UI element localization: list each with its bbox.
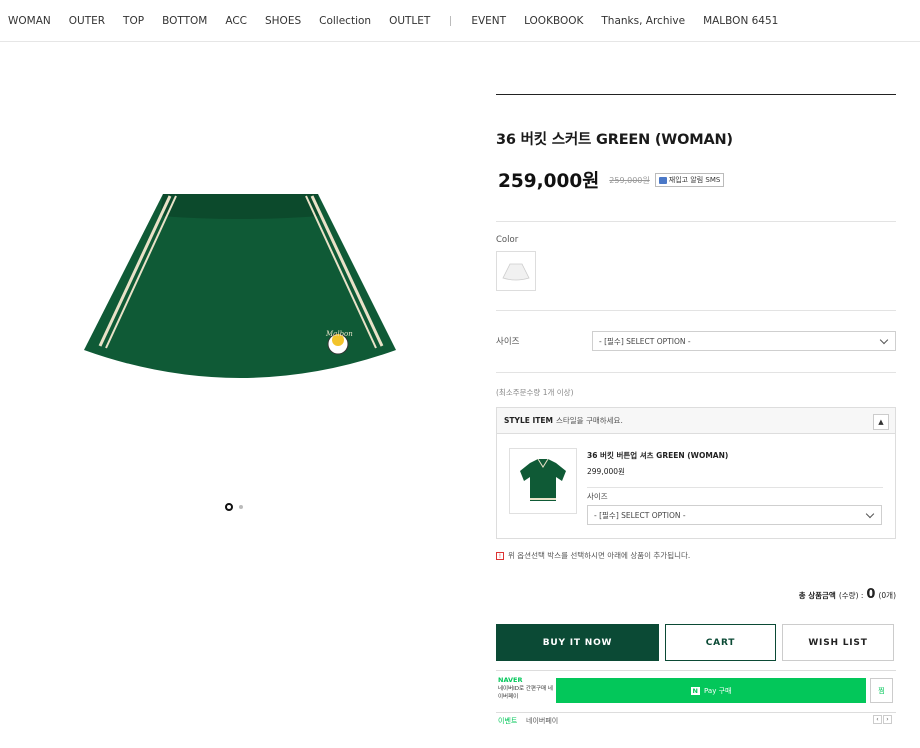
naver-pay-section: NAVER 네이버ID로 간편구매 네이버페이 N Pay 구매 찜 — [496, 670, 896, 706]
nav-event[interactable]: EVENT — [471, 15, 506, 27]
nav-archive[interactable]: Thanks, Archive — [601, 15, 685, 27]
product-price: 259,000원 — [498, 171, 600, 192]
min-quantity-note: (최소주문수량 1개 이상) — [496, 388, 574, 397]
white-skirt-thumb — [502, 263, 530, 281]
naver-logo: NAVER — [498, 676, 523, 684]
naver-n-icon: N — [690, 686, 700, 695]
total-unit: (0개) — [878, 591, 896, 600]
color-label: Color — [496, 235, 519, 245]
image-pager — [225, 503, 243, 511]
nav-outer[interactable]: OUTER — [69, 15, 105, 27]
style-item-title: STYLE ITEM — [504, 416, 553, 425]
price-row: 259,000원 259,000원 재입고 알림 SMS — [496, 167, 896, 193]
style-item-subtitle: 스타일을 구매하세요. — [555, 416, 623, 425]
top-nav: WOMAN OUTER TOP BOTTOM ACC SHOES Collect… — [0, 0, 920, 42]
sms-label: 재입고 알림 SMS — [668, 176, 721, 184]
nav-divider — [450, 15, 452, 26]
size-row: 사이즈 - [필수] SELECT OPTION - — [496, 331, 896, 351]
naver-pay-button[interactable]: N Pay 구매 — [556, 678, 866, 703]
nav-acc[interactable]: ACC — [225, 15, 247, 27]
next-arrow-icon[interactable]: › — [883, 715, 892, 724]
color-swatch-white[interactable] — [496, 251, 536, 291]
event-text[interactable]: 네이버페이 — [526, 716, 558, 726]
nav-collection[interactable]: Collection — [319, 15, 371, 27]
divider — [587, 487, 883, 488]
divider — [496, 221, 896, 222]
nav-bottom[interactable]: BOTTOM — [162, 15, 207, 27]
option-notice: ! 위 옵션선택 박스를 선택하시면 아래에 상품이 추가됩니다. — [496, 550, 896, 561]
skirt-logo-text: Malbon — [325, 330, 353, 338]
chevron-down-icon — [879, 335, 889, 345]
total-price: 총 상품금액 (수량) : 0 (0개) — [496, 587, 896, 602]
size-select-value: - [필수] SELECT OPTION - — [599, 336, 691, 346]
style-item-price: 299,000원 — [587, 467, 625, 476]
divider — [496, 94, 896, 95]
style-item-size-label: 사이즈 — [587, 492, 608, 501]
style-item-size-select[interactable]: - [필수] SELECT OPTION - — [587, 505, 882, 525]
product-image[interactable]: Malbon — [60, 150, 420, 410]
naver-event-bar: 이벤트 네이버페이 ‹ › — [496, 712, 896, 730]
style-item-box: STYLE ITEM 스타일을 구매하세요. ▲ 36 버킷 버튼업 셔츠 GRE… — [496, 407, 896, 539]
naver-pay-label: Pay 구매 — [704, 686, 732, 695]
divider — [496, 310, 896, 311]
total-label: 총 상품금액 — [798, 591, 836, 600]
alert-icon: ! — [496, 551, 504, 560]
product-info: 36 버킷 스커트 GREEN (WOMAN) 259,000원 259,000… — [496, 94, 896, 730]
naver-wish-button[interactable]: 찜 — [870, 678, 893, 703]
collapse-toggle-button[interactable]: ▲ — [873, 414, 889, 430]
nav-outlet[interactable]: OUTLET — [389, 15, 430, 27]
shirt-image — [520, 458, 566, 501]
nav-woman[interactable]: WOMAN — [8, 15, 51, 27]
naver-description: 네이버ID로 간편구매 네이버페이 — [498, 686, 553, 700]
total-qty-label: (수량) : — [838, 591, 864, 600]
restock-sms-button[interactable]: 재입고 알림 SMS — [654, 173, 725, 187]
skirt-image: Malbon — [84, 194, 396, 378]
size-select[interactable]: - [필수] SELECT OPTION - — [592, 331, 896, 351]
style-item-image[interactable] — [509, 448, 577, 514]
buy-now-button[interactable]: BUY IT NOW — [496, 624, 659, 661]
style-item-header: STYLE ITEM 스타일을 구매하세요. — [497, 408, 895, 434]
prev-arrow-icon[interactable]: ‹ — [873, 715, 882, 724]
event-label: 이벤트 — [498, 717, 518, 725]
product-title: 36 버킷 스커트 GREEN (WOMAN) — [496, 132, 733, 148]
pager-dot[interactable] — [239, 505, 243, 509]
nav-malbon-6451[interactable]: MALBON 6451 — [703, 15, 778, 27]
nav-lookbook[interactable]: LOOKBOOK — [524, 15, 583, 27]
style-item-name[interactable]: 36 버킷 버튼업 셔츠 GREEN (WOMAN) — [587, 450, 728, 461]
pager-dot-active[interactable] — [225, 503, 233, 511]
style-item-size-value: - [필수] SELECT OPTION - — [594, 510, 686, 520]
divider — [496, 372, 896, 373]
notice-text: 위 옵션선택 박스를 선택하시면 아래에 상품이 추가됩니다. — [508, 551, 691, 560]
total-value: 0 — [866, 587, 876, 602]
action-buttons: BUY IT NOW CART WISH LIST — [496, 624, 896, 661]
chevron-down-icon — [865, 509, 875, 519]
event-arrows: ‹ › — [873, 715, 892, 724]
nav-top[interactable]: TOP — [123, 15, 144, 27]
size-label: 사이즈 — [496, 337, 520, 347]
nav-shoes[interactable]: SHOES — [265, 15, 301, 27]
original-price: 259,000원 — [609, 175, 650, 185]
cart-button[interactable]: CART — [665, 624, 776, 661]
wish-list-button[interactable]: WISH LIST — [782, 624, 894, 661]
sms-icon — [658, 176, 667, 184]
